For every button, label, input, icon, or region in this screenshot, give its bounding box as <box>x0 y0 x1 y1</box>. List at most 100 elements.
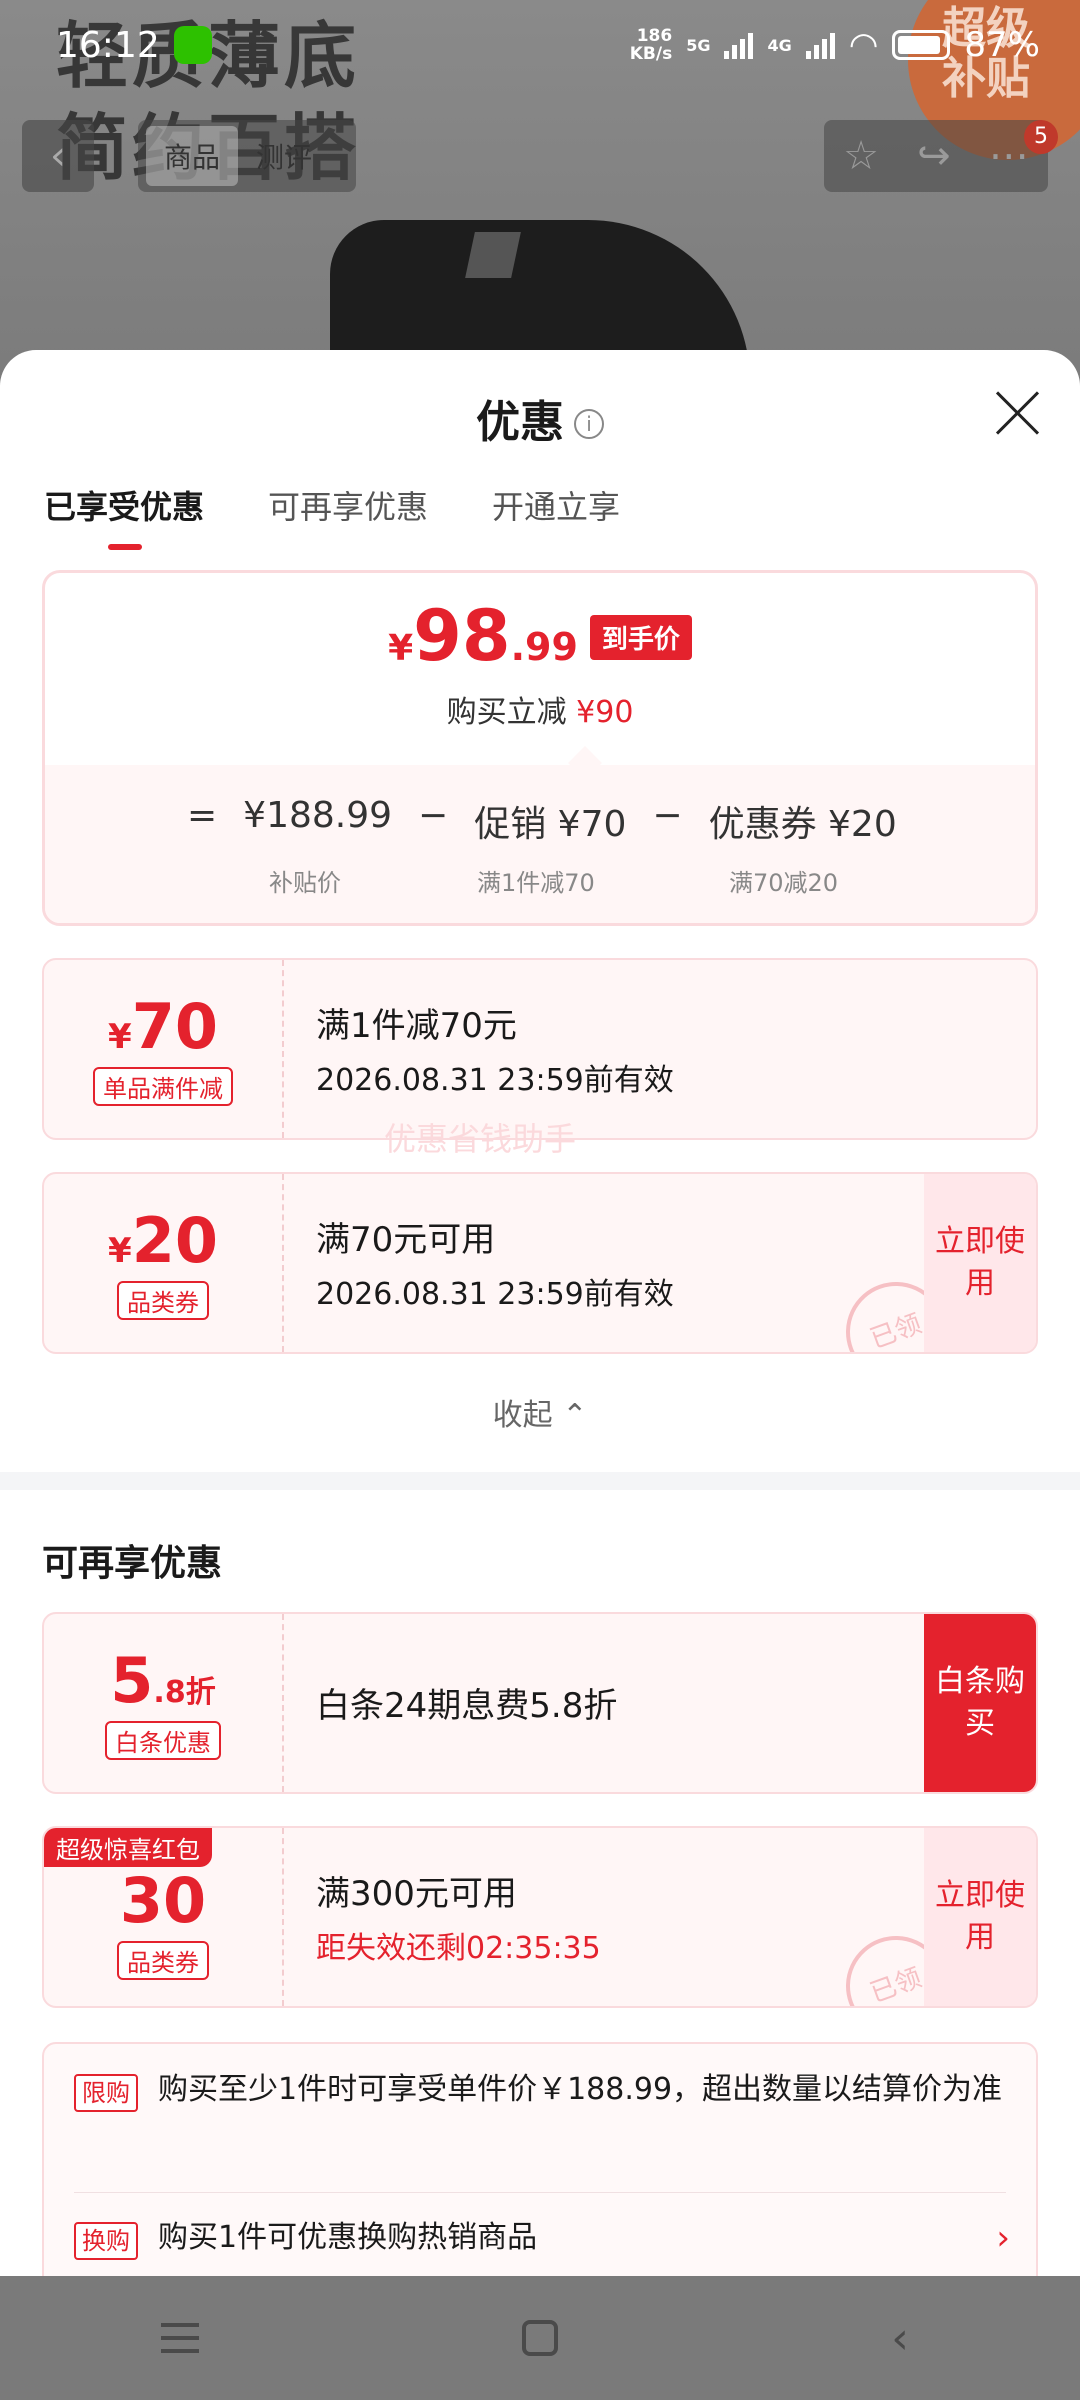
formula-coupon-caption: 满70减20 <box>729 869 839 897</box>
coupon-currency: ¥ <box>108 1017 132 1057</box>
coupon-card: 超级惊喜红包 30 品类券 满300元可用 距失效还剩02:35:35 已领 立… <box>42 1826 1038 2008</box>
collapse-button[interactable]: 收起 ⌃ <box>0 1390 1080 1434</box>
note-text: 购买1件可优惠换购热销商品 <box>158 2220 538 2255</box>
tab-enjoyed[interactable]: 已享受优惠 <box>44 482 204 550</box>
final-price: ¥ 98 .99 到手价 <box>45 595 1035 677</box>
section-divider <box>0 1472 1080 1490</box>
note-tag: 换购 <box>74 2222 138 2260</box>
signal-5g-label: 5G <box>686 35 711 55</box>
wifi-icon: ◠ <box>848 25 879 65</box>
share-icon[interactable]: ↪ <box>917 133 951 179</box>
collapse-label: 收起 <box>492 1398 553 1433</box>
formula-minus: − <box>652 795 683 836</box>
formula-base-price: ¥188.99 <box>243 795 393 836</box>
home-button[interactable] <box>500 2308 580 2368</box>
purchase-notes: 限购 购买至少1件时可享受单件价￥188.99，超出数量以结算价为准 换购 购买… <box>42 2042 1038 2276</box>
coupon-type-tag: 单品满件减 <box>93 1067 233 1106</box>
coupon-amount: ¥70 <box>44 990 282 1063</box>
coupon-currency: ¥ <box>108 1231 132 1271</box>
chevron-up-icon: ⌃ <box>562 1398 588 1433</box>
status-bar: 16:12 186 KB/s 5G 4G ◠ 87% <box>0 0 1080 90</box>
instant-discount: 购买立减 ¥90 <box>45 687 1035 731</box>
coupon-amount-value: 30 <box>119 1864 207 1937</box>
coupon-type-tag: 品类券 <box>117 1941 209 1980</box>
note-text: 购买至少1件时可享受单件价￥188.99，超出数量以结算价为准 <box>158 2072 1003 2107</box>
top-actions: ☆ ↪ ⋯ <box>824 120 1048 192</box>
more-icon[interactable]: ⋯ <box>989 133 1029 179</box>
sheet-title-text: 优惠 <box>476 397 564 448</box>
use-now-button[interactable]: 立即使用 <box>924 1174 1036 1352</box>
net-speed-unit: KB/s <box>629 44 673 64</box>
coupon-amount-value: 5 <box>110 1644 154 1717</box>
coupon-type-tag: 品类券 <box>117 1281 209 1320</box>
notification-count: 5 <box>1024 120 1058 154</box>
battery-icon <box>892 30 951 60</box>
price-summary: ¥ 98 .99 到手价 购买立减 ¥90 = ¥188.99 − 促销 ¥70… <box>42 570 1038 926</box>
coupon-title: 满1件减70元 <box>316 1006 517 1046</box>
menu-icon <box>161 2323 199 2353</box>
star-icon[interactable]: ☆ <box>843 133 879 179</box>
coupon-amount-value: 20 <box>131 1204 218 1277</box>
coupon-card: ¥20 品类券 满70元可用 2026.08.31 23:59前有效 已领 立即… <box>42 1172 1038 1354</box>
coupon-card: ¥70 单品满件减 满1件减70元 2026.08.31 23:59前有效 <box>42 958 1038 1140</box>
formula-promotion: 促销 ¥70 <box>474 804 627 845</box>
menu-button[interactable] <box>140 2308 220 2368</box>
discount-sheet: 优惠 i 已享受优惠 可再享优惠 开通立享 ¥ 98 .99 到手价 购买立减 ¥… <box>0 350 1080 2276</box>
coupon-validity: 2026.08.31 23:59前有效 <box>316 1277 674 1312</box>
instant-value: ¥90 <box>576 695 634 730</box>
baitiao-buy-button[interactable]: 白条购买 <box>924 1614 1036 1792</box>
tab-more[interactable]: 可再享优惠 <box>268 482 428 550</box>
formula-promotion-caption: 满1件减70 <box>477 869 595 897</box>
wechat-icon <box>173 26 212 64</box>
battery-level: 87% <box>964 25 1040 65</box>
tab-product[interactable]: 商品 <box>146 126 239 186</box>
close-icon[interactable] <box>994 390 1040 436</box>
coupon-title: 满300元可用 <box>316 1874 517 1914</box>
product-tabs: 商品 测评 <box>138 120 356 192</box>
signal-icon-2 <box>805 31 835 59</box>
coupon-title: 白条24期息费5.8折 <box>316 1686 618 1726</box>
sheet-title: 优惠 i <box>0 386 1080 450</box>
coupon-validity: 2026.08.31 23:59前有效 <box>316 1063 674 1098</box>
coupon-amount: 5.8折 <box>44 1644 282 1717</box>
net-speed: 186 KB/s <box>630 27 672 63</box>
home-icon <box>522 2320 558 2356</box>
price-decimal: .99 <box>510 625 578 669</box>
back-button[interactable]: ‹ <box>860 2308 940 2368</box>
use-now-button[interactable]: 立即使用 <box>924 1828 1036 2006</box>
note-tag: 限购 <box>74 2074 138 2112</box>
currency-symbol: ¥ <box>388 628 414 669</box>
coupon-amount: 30 <box>44 1864 282 1937</box>
coupon-card: 5.8折 白条优惠 白条24期息费5.8折 白条购买 <box>42 1612 1038 1794</box>
formula-base-caption: 补贴价 <box>269 869 341 897</box>
signal-4g-label: 4G <box>767 35 792 55</box>
watermark: 优惠省钱助手 <box>384 1120 577 1158</box>
back-icon: ‹ <box>891 2312 909 2364</box>
system-nav-bar: ‹ <box>0 2276 1080 2400</box>
clock: 16:12 <box>56 24 160 66</box>
chevron-right-icon[interactable]: › <box>996 2218 1010 2258</box>
price-formula: = ¥188.99 − 促销 ¥70 − 优惠券 ¥20 补贴价 满1件减70 … <box>45 746 1035 923</box>
final-price-tag: 到手价 <box>589 615 692 660</box>
formula-coupon: 优惠券 ¥20 <box>708 804 897 845</box>
coupon-countdown: 距失效还剩02:35:35 <box>316 1931 601 1966</box>
coupon-title: 满70元可用 <box>316 1220 496 1260</box>
discount-tabs: 已享受优惠 可再享优惠 开通立享 <box>44 482 620 550</box>
formula-equals: = <box>187 795 218 836</box>
coupon-amount-value: 70 <box>131 990 218 1063</box>
shoe-logo <box>465 232 521 278</box>
tab-open[interactable]: 开通立享 <box>492 482 620 550</box>
section-title: 可再享优惠 <box>42 1543 223 1584</box>
signal-icon <box>724 31 754 59</box>
price-integer: 98 <box>413 595 511 677</box>
info-icon[interactable]: i <box>574 409 604 439</box>
note-purchase-limit: 限购 购买至少1件时可享受单件价￥188.99，超出数量以结算价为准 <box>74 2066 1006 2114</box>
coupon-amount-suffix: .8折 <box>153 1675 216 1710</box>
back-arrow-icon[interactable]: ‹ <box>22 120 94 192</box>
coupon-type-tag: 白条优惠 <box>105 1721 221 1760</box>
coupon-amount: ¥20 <box>44 1204 282 1277</box>
instant-label: 购买立减 <box>446 695 567 730</box>
note-trade-in[interactable]: 换购 购买1件可优惠换购热销商品 <box>74 2214 1006 2262</box>
net-speed-value: 186 <box>636 26 673 46</box>
tab-review[interactable]: 测评 <box>238 126 330 186</box>
